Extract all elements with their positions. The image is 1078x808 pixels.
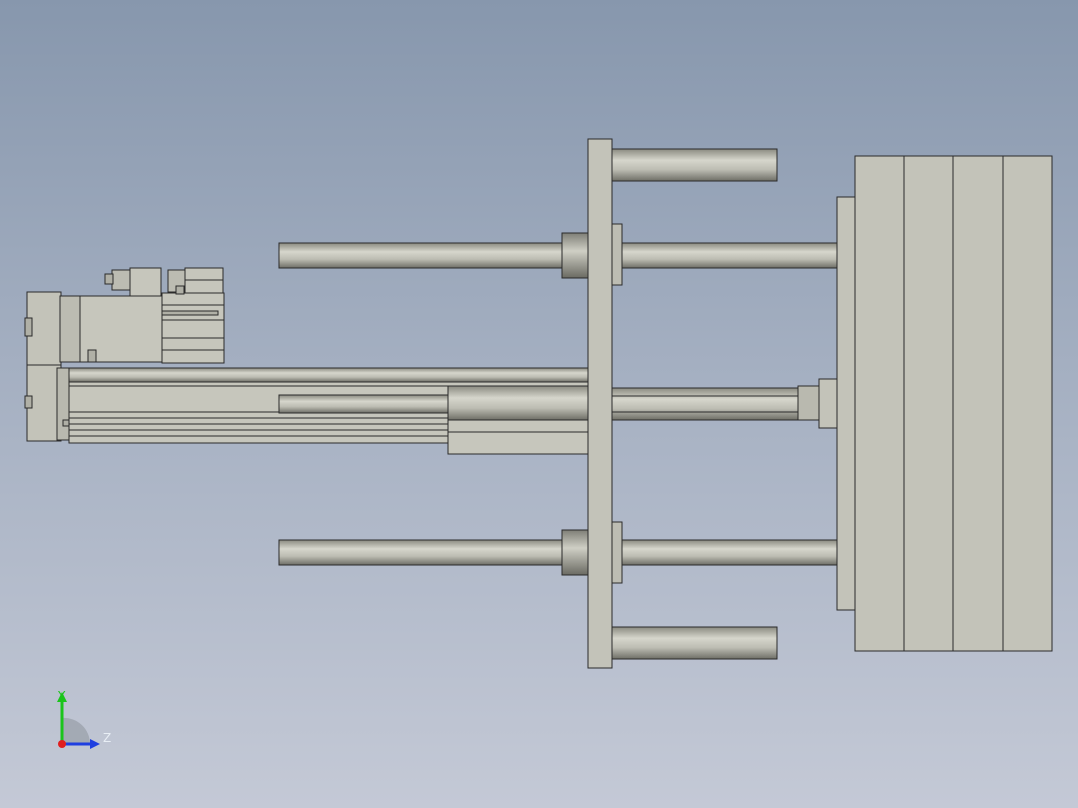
motor-rear [161,292,225,364]
lower-short-rod [611,626,778,660]
triad-z-label: Z [103,731,112,745]
x-axis-origin [58,740,66,748]
upper-bushing [561,232,590,279]
block-4 [1002,155,1053,652]
actuator-slider-base [447,419,589,455]
motor-flange [59,295,81,363]
rod-end-nut [797,385,821,421]
actuator-inner-rod [278,394,450,414]
lower-guide-rod-left [278,539,565,566]
actuator-slider [447,385,589,421]
triad-y-label: Y [58,689,66,703]
rod-end-coupler [818,378,838,429]
block-3 [952,155,1004,652]
block-1 [854,155,905,652]
upper-bushing-flange [611,223,623,286]
piston-rod [611,387,803,421]
lower-guide-rod-right [621,539,839,566]
actuator-top-rail [68,367,589,383]
mounting-plate [587,138,613,669]
assembly-model[interactable] [0,0,1078,808]
upper-guide-rod-right [621,242,839,269]
front-plate [836,196,856,611]
cad-graphics-viewport[interactable]: Y Z [0,0,1078,808]
upper-short-rod [611,148,778,182]
motor-connector-1 [129,267,162,297]
lower-bushing [561,529,590,576]
lower-bushing-flange [611,521,623,584]
upper-guide-rod-left [278,242,565,269]
block-2 [903,155,954,652]
